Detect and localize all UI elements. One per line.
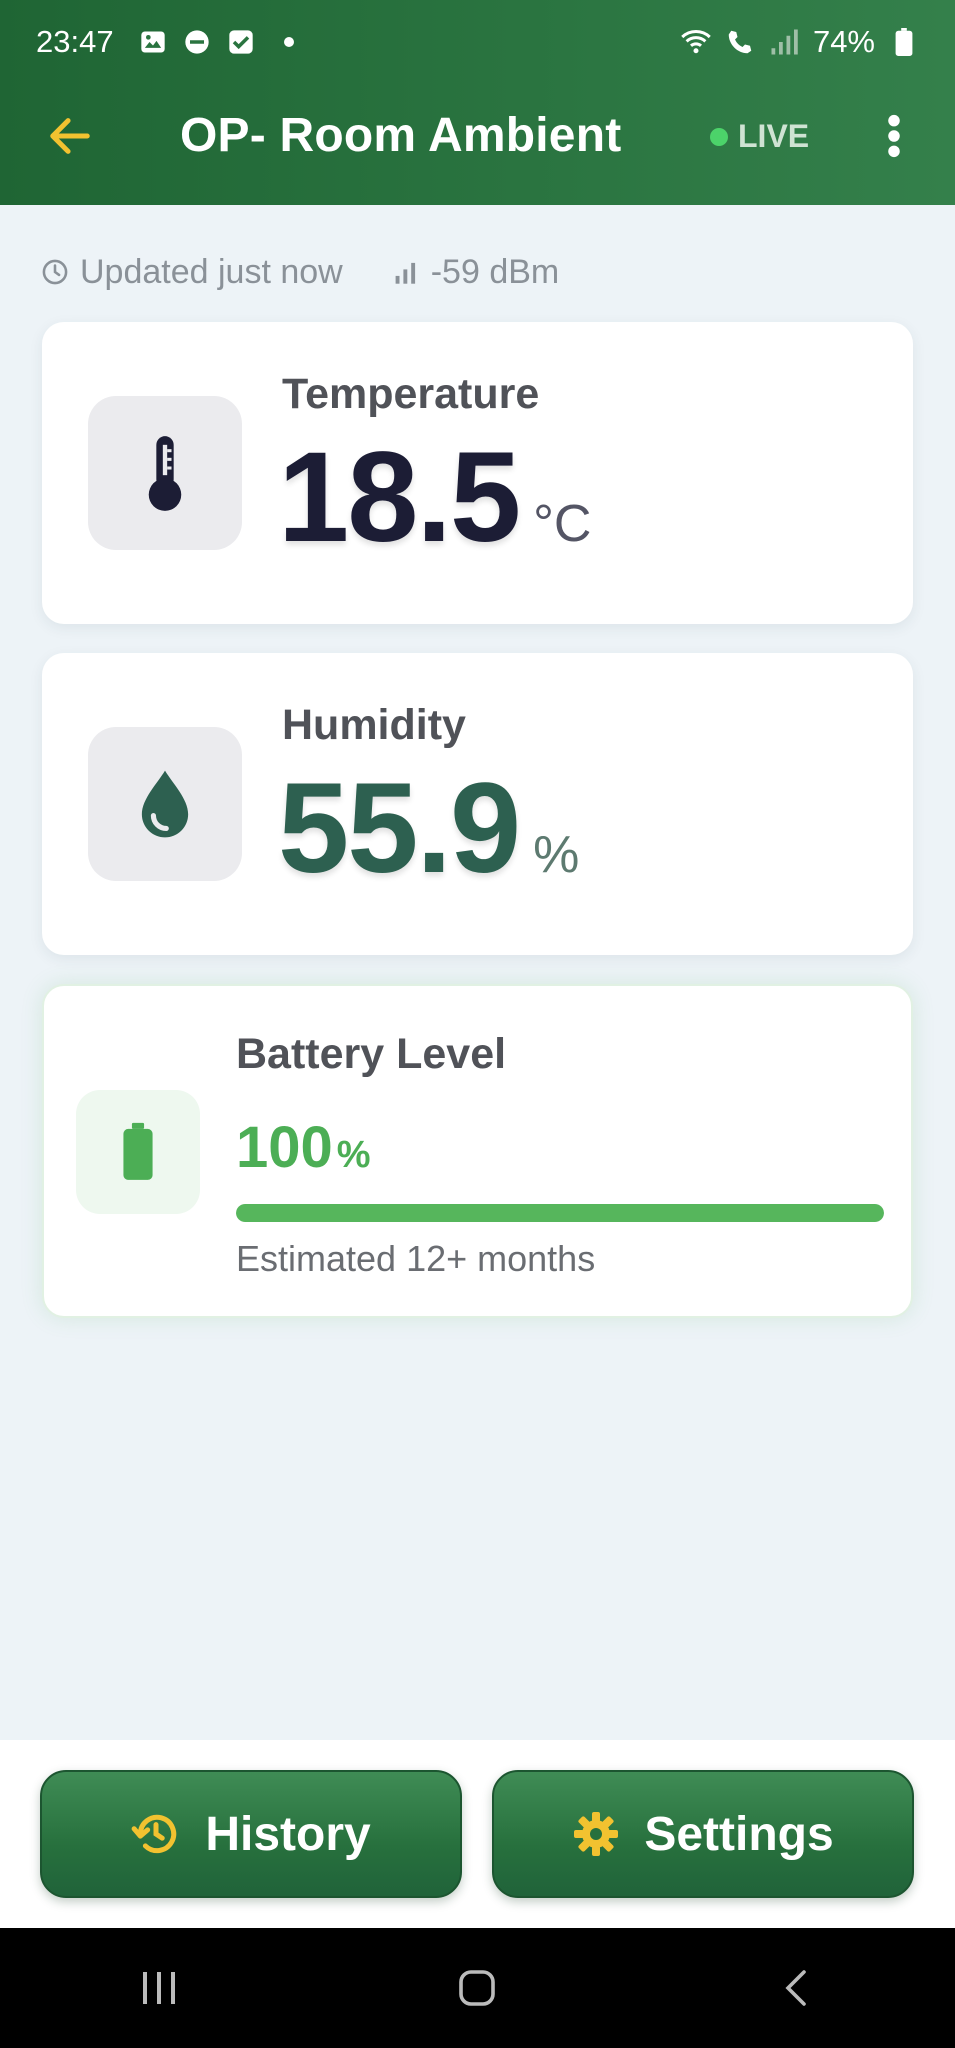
battery-unit: %	[336, 1134, 371, 1176]
temperature-card: Temperature 18.5 °C	[42, 322, 913, 624]
temperature-reading: 18.5 °C	[278, 434, 591, 562]
history-button[interactable]: History	[40, 1770, 462, 1898]
bottom-action-bar: History Settings	[0, 1740, 955, 1928]
humidity-icon-box	[88, 727, 242, 881]
settings-label: Settings	[644, 1807, 834, 1861]
notification-dot	[283, 37, 294, 47]
more-options-button[interactable]	[868, 110, 920, 162]
water-drop-icon	[141, 770, 189, 838]
status-bar-right: 74%	[681, 24, 919, 60]
live-label: LIVE	[738, 118, 810, 154]
arrow-left-icon	[50, 118, 90, 154]
home-icon	[459, 1970, 496, 2006]
wifi-icon	[681, 27, 711, 57]
thermometer-icon	[148, 436, 182, 511]
page-title: OP- Room Ambient	[180, 109, 622, 162]
live-dot	[710, 127, 728, 146]
checkbox-icon	[226, 27, 256, 57]
home-button[interactable]	[437, 1948, 517, 2028]
battery-icon-box	[76, 1090, 200, 1214]
app-bar: OP- Room Ambient LIVE	[0, 96, 955, 176]
cell-signal-icon	[769, 27, 799, 57]
battery-value: 100	[236, 1115, 333, 1180]
battery-progress-track	[236, 1204, 884, 1222]
gear-icon	[574, 1812, 619, 1856]
live-indicator: LIVE	[710, 118, 809, 155]
battery-estimate: Estimated 12+ months	[236, 1238, 596, 1279]
humidity-card: Humidity 55.9 %	[42, 653, 913, 955]
image-icon	[138, 27, 168, 57]
battery-card: Battery Level 100 % Estimated 12+ months	[42, 984, 913, 1318]
updated-text: Updated just now	[80, 252, 343, 291]
more-vertical-icon	[888, 114, 900, 158]
humidity-label: Humidity	[282, 701, 466, 749]
status-battery-text: 74%	[812, 24, 875, 59]
back-button[interactable]	[44, 110, 96, 162]
humidity-value: 55.9	[278, 757, 521, 900]
clock-icon	[40, 257, 70, 287]
temperature-unit: °C	[533, 495, 592, 553]
back-nav-button[interactable]	[756, 1948, 836, 2028]
temperature-value: 18.5	[278, 426, 521, 569]
battery-reading: 100 %	[236, 1114, 371, 1181]
app-header: 23:47 74% OP- Room Ambient LIVE	[0, 0, 955, 205]
do-not-disturb-icon	[182, 27, 212, 57]
wifi-calling-icon	[725, 27, 755, 57]
signal-text: -59 dBm	[430, 252, 560, 291]
sensor-meta: Updated just now -59 dBm	[40, 250, 559, 294]
settings-button[interactable]: Settings	[492, 1770, 914, 1898]
battery-label: Battery Level	[236, 1030, 507, 1078]
recent-apps-button[interactable]	[119, 1948, 199, 2028]
history-icon	[131, 1814, 177, 1854]
recent-apps-icon	[143, 1972, 176, 2004]
battery-icon	[123, 1122, 153, 1180]
status-time: 23:47	[36, 24, 114, 59]
status-bar: 23:47 74%	[0, 0, 955, 84]
humidity-unit: %	[533, 826, 580, 884]
temperature-label: Temperature	[282, 370, 540, 418]
history-label: History	[205, 1807, 371, 1861]
battery-icon	[889, 27, 919, 57]
signal-strength-icon	[391, 257, 421, 287]
chevron-left-icon	[785, 1970, 806, 2006]
status-bar-left: 23:47	[36, 24, 294, 60]
system-navigation-bar	[0, 1928, 955, 2048]
battery-progress-fill	[236, 1204, 884, 1222]
humidity-reading: 55.9 %	[278, 765, 579, 893]
temperature-icon-box	[88, 396, 242, 550]
